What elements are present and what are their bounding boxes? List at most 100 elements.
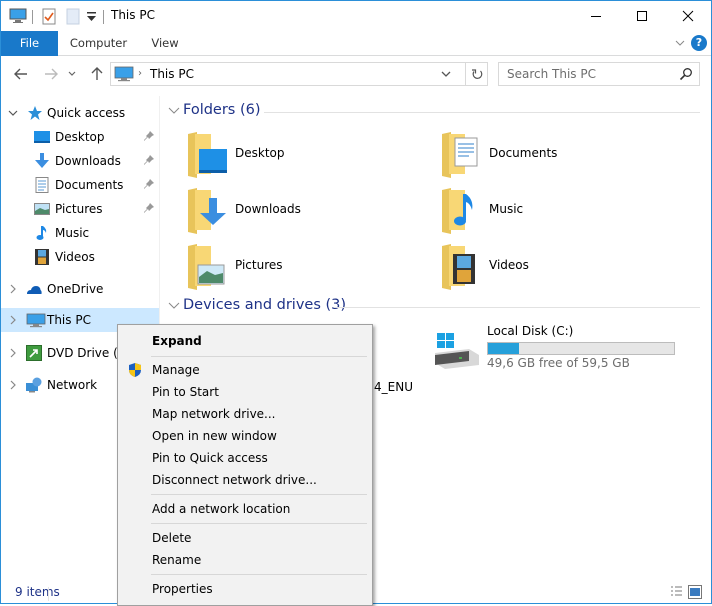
nav-pictures[interactable]: Pictures [1, 197, 159, 221]
this-pc-icon [26, 313, 46, 328]
chevron-collapsed-icon[interactable] [8, 283, 18, 295]
group-collapse-chevron-icon[interactable] [168, 301, 180, 311]
recent-locations-button[interactable] [65, 64, 79, 84]
forward-button[interactable] [41, 64, 61, 84]
search-icon[interactable] [679, 67, 693, 81]
refresh-button[interactable] [466, 62, 488, 86]
pin-icon[interactable] [143, 130, 155, 142]
folder-music[interactable]: Music [441, 188, 641, 238]
up-button[interactable] [87, 64, 107, 84]
nav-onedrive[interactable]: OneDrive [1, 277, 159, 301]
documents-icon [35, 177, 49, 193]
expand-ribbon-chevron-icon[interactable] [673, 36, 687, 50]
folder-videos[interactable]: Videos [441, 244, 641, 294]
folder-desktop[interactable]: Desktop [187, 132, 387, 182]
nav-desktop[interactable]: Desktop [1, 125, 159, 149]
pin-icon[interactable] [143, 154, 155, 166]
maximize-icon [637, 11, 647, 21]
menu-item-manage[interactable]: Manage [118, 359, 372, 381]
folder-label: Pictures [235, 258, 283, 272]
quick-access-star-icon [28, 106, 42, 120]
chevron-collapsed-icon[interactable] [8, 347, 18, 359]
documents-folder-icon [442, 132, 478, 178]
status-divider [48, 587, 49, 601]
refresh-icon [471, 69, 482, 79]
menu-item-expand[interactable]: Expand [118, 330, 372, 352]
search-box[interactable]: Search This PC [498, 62, 700, 86]
tab-file[interactable]: File [1, 31, 58, 56]
group-collapse-chevron-icon[interactable] [168, 106, 180, 116]
nav-downloads[interactable]: Downloads [1, 149, 159, 173]
menu-item-properties[interactable]: Properties [118, 578, 372, 600]
folder-label: Desktop [235, 146, 285, 160]
help-button[interactable]: ? [691, 35, 707, 51]
tab-view[interactable]: View [141, 31, 189, 56]
chevron-collapsed-icon[interactable] [8, 314, 18, 326]
nav-label: OneDrive [47, 282, 104, 296]
desktop-icon [34, 131, 50, 143]
chevron-expanded-icon[interactable] [8, 107, 18, 119]
nav-label: Music [55, 226, 90, 240]
close-icon [682, 10, 694, 22]
up-arrow-icon [91, 67, 103, 80]
nav-label: Desktop [55, 130, 105, 144]
menu-item-label: Disconnect network drive... [152, 473, 317, 487]
menu-separator [151, 523, 367, 524]
menu-item-label: Rename [152, 553, 202, 567]
drive-local-disk-c[interactable]: Local Disk (C:) 49,6 GB free of 59,5 GB [433, 323, 683, 373]
customize-toolbar-icon[interactable] [87, 11, 96, 25]
chevron-collapsed-icon[interactable] [8, 379, 18, 391]
menu-item-add-network-location[interactable]: Add a network location [118, 498, 372, 520]
menu-item-label: Pin to Quick access [152, 451, 268, 465]
properties-quick-icon[interactable] [42, 8, 56, 28]
downloads-folder-icon [188, 188, 226, 234]
dvd-drive-label-fragment[interactable]: 4_ENU [374, 380, 413, 394]
folder-pictures[interactable]: Pictures [187, 244, 387, 294]
pin-icon[interactable] [143, 202, 155, 214]
menu-item-delete[interactable]: Delete [118, 527, 372, 549]
large-icons-view-icon[interactable] [688, 585, 702, 599]
close-button[interactable] [665, 1, 711, 31]
nav-music[interactable]: Music [1, 221, 159, 245]
maximize-button[interactable] [619, 1, 665, 31]
folder-label: Downloads [235, 202, 301, 216]
pictures-folder-icon [188, 244, 225, 290]
menu-item-rename[interactable]: Rename [118, 549, 372, 571]
back-arrow-icon [14, 68, 27, 80]
folder-downloads[interactable]: Downloads [187, 188, 387, 238]
menu-item-label: Map network drive... [152, 407, 276, 421]
drive-usage-fill [488, 343, 520, 354]
menu-item-open-new-window[interactable]: Open in new window [118, 425, 372, 447]
chevron-down-icon [68, 71, 76, 76]
nav-quick-access[interactable]: Quick access [1, 101, 159, 125]
menu-item-label: Manage [152, 363, 200, 377]
menu-item-map-network-drive[interactable]: Map network drive... [118, 403, 372, 425]
forward-arrow-icon [45, 68, 58, 80]
nav-videos[interactable]: Videos [1, 245, 159, 269]
folder-documents[interactable]: Documents [441, 132, 641, 182]
dvd-drive-icon [26, 345, 42, 361]
search-input[interactable]: Search This PC [507, 67, 596, 81]
folder-label: Music [489, 202, 524, 216]
tab-computer[interactable]: Computer [61, 31, 136, 56]
nav-label: Quick access [47, 106, 126, 120]
minimize-button[interactable] [573, 1, 619, 31]
folders-group-header[interactable]: Folders (6) [183, 102, 261, 118]
pin-icon[interactable] [143, 178, 155, 190]
menu-item-pin-quick-access[interactable]: Pin to Quick access [118, 447, 372, 469]
minimize-icon [591, 16, 601, 17]
address-dropdown-chevron-icon[interactable] [439, 67, 453, 81]
menu-item-disconnect-network-drive[interactable]: Disconnect network drive... [118, 469, 372, 491]
details-view-icon[interactable] [669, 585, 683, 599]
devices-group-header[interactable]: Devices and drives (3) [183, 297, 346, 313]
address-bar[interactable]: › This PC [110, 62, 466, 86]
breadcrumb-this-pc[interactable]: This PC [150, 67, 194, 81]
back-button[interactable] [11, 64, 31, 84]
videos-filmstrip-icon [35, 249, 49, 265]
breadcrumb-separator[interactable]: › [138, 68, 142, 79]
navigation-bar: › This PC Search This PC [1, 57, 711, 91]
new-folder-quick-icon[interactable] [66, 8, 80, 28]
nav-documents[interactable]: Documents [1, 173, 159, 197]
menu-item-pin-to-start[interactable]: Pin to Start [118, 381, 372, 403]
menu-separator [151, 494, 367, 495]
